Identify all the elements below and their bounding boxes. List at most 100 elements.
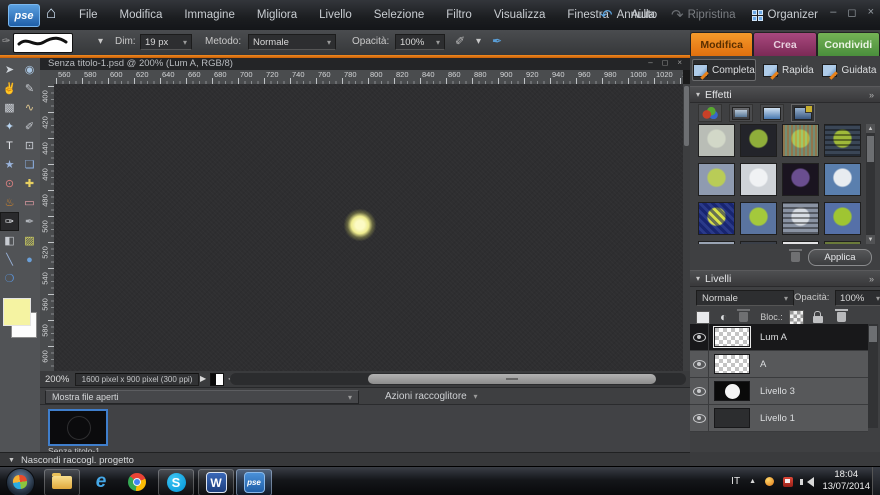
- doc-close-icon[interactable]: ×: [677, 58, 682, 67]
- layer-thumbnail[interactable]: [714, 381, 750, 401]
- effect-thumbnail-10[interactable]: [740, 202, 777, 235]
- tool-gradient[interactable]: ▨: [20, 231, 39, 250]
- layer-opacity-dropdown[interactable]: 100% ▾: [835, 290, 880, 306]
- layers-scrollbar[interactable]: [868, 324, 878, 428]
- doc-minimize-icon[interactable]: –: [648, 58, 652, 67]
- layer-row-livello-3[interactable]: Livello 3: [690, 378, 868, 405]
- effects-trash-icon[interactable]: [791, 252, 800, 262]
- mode-rapida[interactable]: Rapida: [760, 60, 817, 80]
- photo-effects-category-icon[interactable]: [760, 104, 784, 122]
- taskbar-skype[interactable]: S: [158, 469, 194, 495]
- effect-thumbnail-15[interactable]: [782, 241, 819, 244]
- effect-thumbnail-5[interactable]: [698, 163, 735, 196]
- taskbar-word[interactable]: W: [198, 469, 234, 495]
- mode-completa[interactable]: Completa: [692, 59, 756, 81]
- effects-scroll-thumb[interactable]: [867, 136, 874, 162]
- canvas-horizontal-scrollbar[interactable]: [230, 373, 686, 385]
- layer-visibility-toggle[interactable]: [690, 351, 709, 377]
- undo-button[interactable]: ↶ Annulla: [600, 6, 655, 24]
- new-layer-icon[interactable]: [696, 311, 710, 324]
- taskbar-explorer[interactable]: [44, 469, 80, 495]
- menu-visualizza[interactable]: Visualizza: [483, 0, 557, 30]
- tool-red-eye-removal[interactable]: ⊙: [0, 174, 19, 193]
- taskbar-photoshop-elements[interactable]: pse: [236, 469, 272, 495]
- layer-thumbnail[interactable]: [714, 354, 750, 374]
- effect-thumbnail-14[interactable]: [740, 241, 777, 244]
- minimize-icon[interactable]: –: [830, 6, 836, 19]
- layer-row-lum-a[interactable]: Lum A: [690, 324, 868, 351]
- layer-visibility-toggle[interactable]: [690, 378, 709, 404]
- menu-modifica[interactable]: Modifica: [109, 0, 174, 30]
- tray-app-icon-1[interactable]: [765, 477, 774, 486]
- panel-menu-icon[interactable]: »: [869, 274, 874, 284]
- tool-crop[interactable]: ⊡: [20, 136, 39, 155]
- redo-button[interactable]: ↷ Ripristina: [671, 6, 736, 24]
- tool-zoom[interactable]: ◉: [20, 60, 39, 79]
- brush-size-dropdown[interactable]: 19 px ▾: [140, 34, 192, 50]
- layers-panel-header[interactable]: ▾ Livelli »: [690, 270, 880, 287]
- status-expand-icon[interactable]: ▶: [200, 374, 206, 383]
- tool-shape[interactable]: ╲: [0, 250, 19, 269]
- effect-thumbnail-13[interactable]: [698, 241, 735, 244]
- blend-mode-dropdown[interactable]: Normale ▾: [248, 34, 336, 50]
- tool-sponge[interactable]: ❍: [0, 269, 19, 288]
- tab-condividi[interactable]: Condividi: [817, 32, 880, 56]
- taskbar-internet-explorer[interactable]: e: [84, 469, 118, 494]
- canvas-vertical-scrollbar[interactable]: [683, 84, 690, 371]
- language-indicator[interactable]: IT: [731, 476, 740, 487]
- effect-thumbnail-8[interactable]: [824, 163, 861, 196]
- maximize-icon[interactable]: ◻: [847, 6, 856, 19]
- scroll-down-icon[interactable]: ▼: [866, 235, 875, 244]
- brush-caret-icon[interactable]: ▾: [98, 36, 103, 47]
- tool-clone-stamp[interactable]: ♨: [0, 193, 19, 212]
- tool-magic-wand[interactable]: ✦: [0, 117, 19, 136]
- delete-layer-icon-disabled[interactable]: [739, 312, 748, 322]
- lock-all-icon[interactable]: [813, 316, 823, 323]
- close-icon[interactable]: ×: [868, 6, 874, 19]
- hscroll-thumb[interactable]: [368, 374, 656, 384]
- tool-paint-bucket[interactable]: ◧: [0, 231, 19, 250]
- foreground-color-swatch[interactable]: [3, 298, 31, 326]
- effect-thumbnail-12[interactable]: [824, 202, 861, 235]
- open-file-thumbnail[interactable]: [48, 409, 108, 446]
- panel-menu-icon[interactable]: »: [869, 90, 874, 100]
- tool-marquee[interactable]: ▩: [0, 98, 19, 117]
- adjustment-layer-icon[interactable]: ◐: [720, 312, 727, 323]
- hidden-icons-arrow[interactable]: ▲: [749, 478, 756, 485]
- delete-layer-icon[interactable]: [837, 312, 846, 322]
- filters-category-icon[interactable]: [698, 104, 722, 122]
- layer-styles-category-icon[interactable]: [729, 104, 753, 122]
- effects-scrollbar[interactable]: ▲ ▼: [866, 124, 875, 244]
- layers-scroll-thumb[interactable]: [869, 326, 877, 342]
- effect-thumbnail-7[interactable]: [782, 163, 819, 196]
- effect-thumbnail-16[interactable]: [824, 241, 861, 244]
- volume-icon[interactable]: [802, 477, 814, 487]
- tool-lasso[interactable]: ∿: [20, 98, 39, 117]
- hide-project-bin-button[interactable]: ▼ Nascondi raccogl. progetto: [0, 452, 690, 467]
- layer-visibility-toggle[interactable]: [690, 405, 709, 431]
- tool-healing-brush[interactable]: ✚: [20, 174, 39, 193]
- menu-selezione[interactable]: Selezione: [363, 0, 436, 30]
- lock-transparency-icon[interactable]: [789, 310, 804, 325]
- tool-smart-brush[interactable]: ✒: [20, 212, 39, 231]
- layer-thumbnail[interactable]: [714, 327, 750, 347]
- tray-app-icon-2[interactable]: [783, 477, 793, 487]
- brush-stroke-preview[interactable]: [13, 33, 73, 53]
- menu-file[interactable]: File: [68, 0, 109, 30]
- layer-row-a[interactable]: A: [690, 351, 868, 378]
- layer-blend-mode-dropdown[interactable]: Normale ▾: [696, 290, 794, 306]
- tool-quick-selection[interactable]: ✐: [20, 117, 39, 136]
- apply-button[interactable]: Applica: [808, 249, 872, 266]
- taskbar-chrome[interactable]: [120, 469, 154, 494]
- tool-eyedropper[interactable]: ✎: [20, 79, 39, 98]
- tool-cookie-cutter[interactable]: ★: [0, 155, 19, 174]
- effect-thumbnail-4[interactable]: [824, 124, 861, 157]
- show-desktop-button[interactable]: [872, 467, 880, 495]
- tab-modifica[interactable]: Modifica: [690, 32, 753, 56]
- taskbar-clock[interactable]: 18:04 13/07/2014: [822, 469, 870, 493]
- tool-arrange[interactable]: ❏: [20, 155, 39, 174]
- brush-settings-icon[interactable]: ✒: [492, 34, 502, 48]
- menu-immagine[interactable]: Immagine: [173, 0, 246, 30]
- mode-guidata[interactable]: Guidata: [821, 60, 878, 80]
- show-open-files-dropdown[interactable]: Mostra file aperti ▾: [45, 390, 359, 404]
